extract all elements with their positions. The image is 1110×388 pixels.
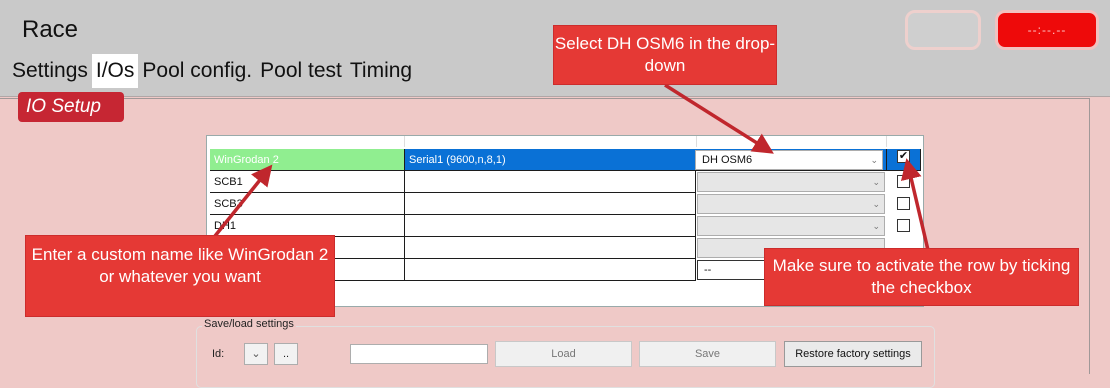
arrow-to-checkbox bbox=[900, 158, 930, 251]
arrow-to-name-cell bbox=[213, 164, 273, 238]
arrow-to-dropdown bbox=[664, 83, 774, 154]
callout-select-device: Select DH OSM6 in the drop-down bbox=[553, 25, 777, 85]
callout-activate-row: Make sure to activate the row by ticking… bbox=[764, 248, 1079, 306]
callout-custom-name: Enter a custom name like WinGrodan 2 or … bbox=[25, 235, 335, 317]
